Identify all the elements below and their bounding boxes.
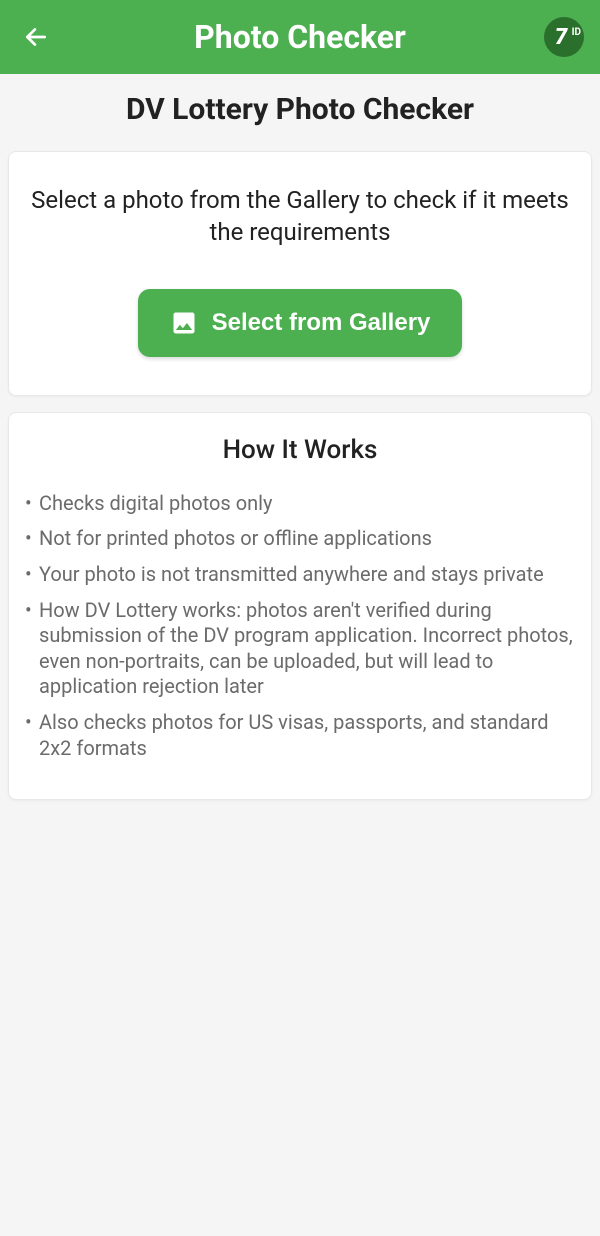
logo-id-text: ID bbox=[572, 27, 581, 38]
logo-seven-text: 7 bbox=[555, 25, 567, 50]
select-photo-card: Select a photo from the Gallery to check… bbox=[8, 151, 592, 396]
how-it-works-card: How It Works Checks digital photos only … bbox=[8, 412, 592, 800]
back-button[interactable] bbox=[16, 17, 56, 57]
list-item: How DV Lottery works: photos aren't veri… bbox=[25, 598, 575, 700]
header-title: Photo Checker bbox=[194, 18, 406, 56]
list-item: Also checks photos for US visas, passpor… bbox=[25, 710, 575, 761]
app-header: Photo Checker 7 ID bbox=[0, 0, 600, 74]
list-item: Your photo is not transmitted anywhere a… bbox=[25, 562, 575, 588]
gallery-button-label: Select from Gallery bbox=[212, 309, 431, 337]
how-it-works-list: Checks digital photos only Not for print… bbox=[25, 491, 575, 761]
list-item: Checks digital photos only bbox=[25, 491, 575, 517]
page-title: DV Lottery Photo Checker bbox=[0, 74, 600, 143]
image-icon bbox=[170, 309, 198, 337]
select-prompt-text: Select a photo from the Gallery to check… bbox=[29, 184, 571, 249]
app-logo[interactable]: 7 ID bbox=[544, 17, 584, 57]
list-item: Not for printed photos or offline applic… bbox=[25, 526, 575, 552]
arrow-left-icon bbox=[23, 24, 49, 50]
select-from-gallery-button[interactable]: Select from Gallery bbox=[138, 289, 463, 357]
how-it-works-title: How It Works bbox=[25, 435, 575, 465]
